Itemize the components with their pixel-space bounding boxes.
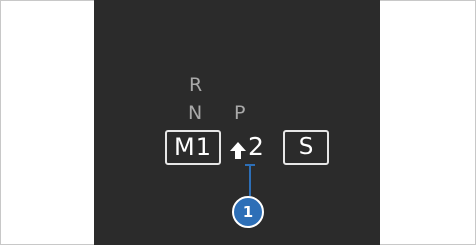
drive-program-box: S (283, 130, 329, 165)
callout-badge: 1 (232, 196, 264, 228)
current-gear-number: 2 (248, 132, 264, 161)
up-arrow-icon (230, 142, 246, 159)
manual-gear-box: M1 (165, 130, 221, 165)
gear-p-label: P (234, 102, 246, 124)
gear-n-label: N (188, 102, 203, 124)
callout-leader-line (245, 164, 255, 196)
gear-r-label: R (189, 74, 203, 96)
